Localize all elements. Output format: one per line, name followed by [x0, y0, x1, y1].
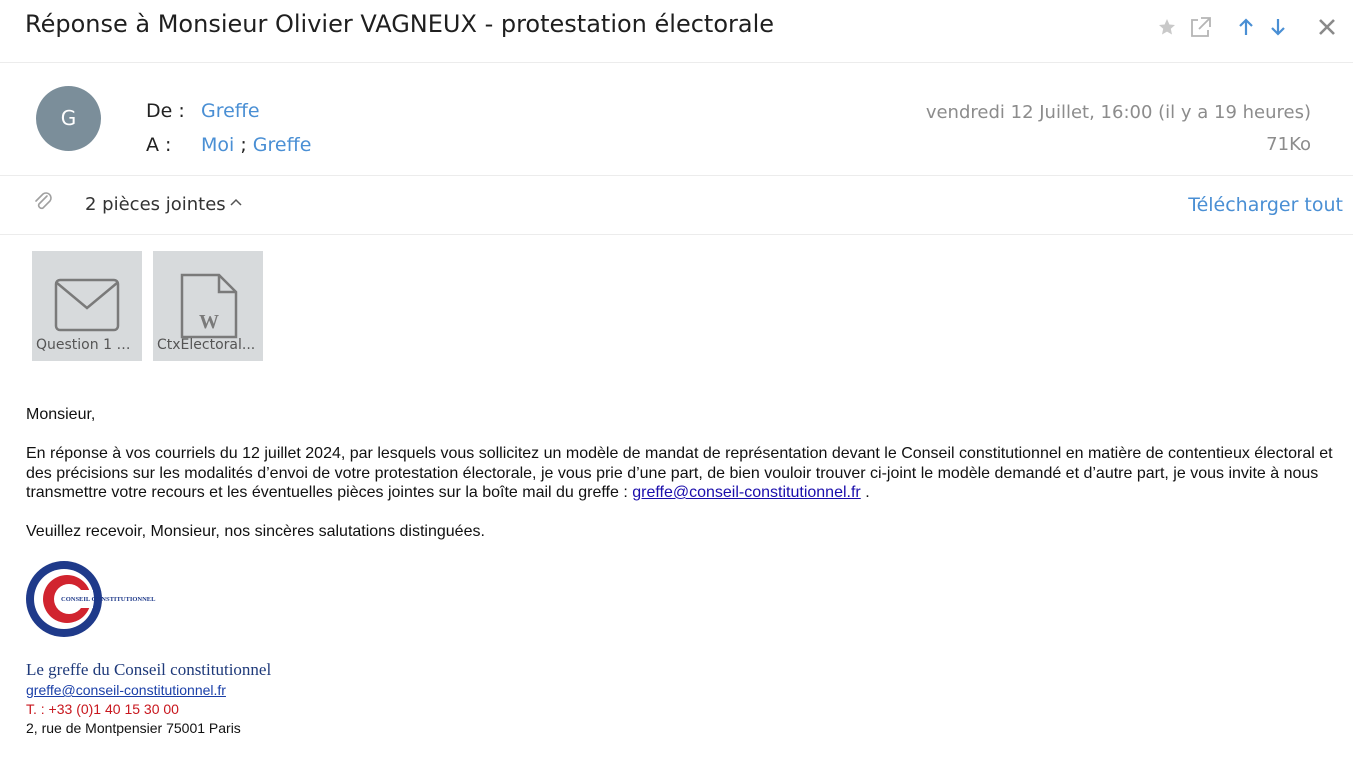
chevron-up-icon[interactable] — [229, 196, 243, 215]
message-toolbar — [1147, 14, 1339, 40]
email-subject: Réponse à Monsieur Olivier VAGNEUX - pro… — [25, 10, 775, 38]
message-date: vendredi 12 Juillet, 16:00 (il y a 19 he… — [925, 102, 1311, 123]
message-body: Monsieur, En réponse à vos courriels du … — [26, 405, 1346, 542]
recipient-greffe[interactable]: Greffe — [253, 134, 312, 156]
logo-text: CONSEIL CONSTITUTIONNEL — [61, 596, 156, 603]
attachment-name: Question 1 O... — [36, 337, 138, 353]
close-icon[interactable] — [1317, 14, 1339, 40]
avatar: G — [36, 86, 101, 151]
attachment-name: CtxElectoral... — [157, 337, 256, 353]
arrow-up-icon[interactable] — [1237, 14, 1259, 40]
greffe-email-link[interactable]: greffe@conseil-constitutionnel.fr — [632, 484, 861, 501]
attachments-bar: 2 pièces jointes Télécharger tout — [0, 176, 1353, 235]
body-paragraph-end: . — [860, 484, 870, 501]
recipient-separator: ; — [240, 134, 247, 156]
body-paragraph: En réponse à vos courriels du 12 juillet… — [26, 444, 1346, 503]
attachment-thumbnail[interactable]: W CtxElectoral... — [153, 251, 263, 361]
download-all-link[interactable]: Télécharger tout — [1188, 194, 1343, 216]
from-label: De : — [146, 100, 185, 122]
envelope-icon — [54, 278, 120, 332]
subject-bar: Réponse à Monsieur Olivier VAGNEUX - pro… — [0, 0, 1353, 63]
svg-text:W: W — [199, 311, 219, 333]
paperclip-icon — [33, 190, 53, 219]
popout-icon[interactable] — [1189, 14, 1211, 40]
recipient-me[interactable]: Moi — [201, 134, 234, 156]
star-icon[interactable] — [1157, 14, 1179, 40]
to-value: Moi ; Greffe — [201, 134, 311, 156]
signature-phone: T. : +33 (0)1 40 15 30 00 — [26, 701, 179, 717]
signature-email-link[interactable]: greffe@conseil-constitutionnel.fr — [26, 682, 226, 698]
message-header: G De : Greffe A : Moi ; Greffe vendredi … — [0, 62, 1353, 176]
message-size: 71Ko — [1266, 134, 1311, 155]
greeting: Monsieur, — [26, 406, 96, 423]
signature-address: 2, rue de Montpensier 75001 Paris — [26, 720, 241, 736]
arrow-down-icon[interactable] — [1269, 14, 1291, 40]
closing: Veuillez recevoir, Monsieur, nos sincère… — [26, 523, 485, 540]
word-document-icon: W — [180, 273, 238, 339]
attachment-thumbnail[interactable]: Question 1 O... — [32, 251, 142, 361]
conseil-constitutionnel-logo: CONSEIL CONSTITUTIONNEL — [25, 560, 165, 643]
from-value[interactable]: Greffe — [201, 100, 260, 122]
signature-name: Le greffe du Conseil constitutionnel — [26, 660, 272, 679]
attachments-count[interactable]: 2 pièces jointes — [85, 194, 226, 215]
to-label: A : — [146, 134, 172, 156]
